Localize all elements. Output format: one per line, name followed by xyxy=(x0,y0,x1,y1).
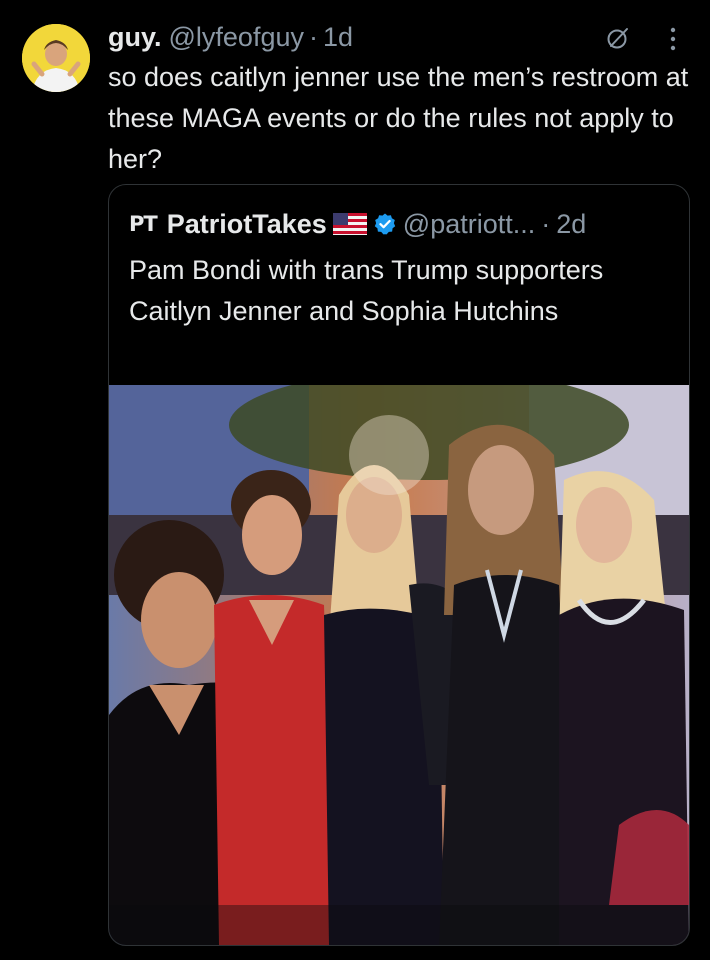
patriottakes-logo: PT xyxy=(129,212,158,236)
more-icon[interactable] xyxy=(665,26,681,52)
quoted-tweet-text: Pam Bondi with trans Trump supporters Ca… xyxy=(129,255,604,326)
user-handle[interactable]: @lyfeofguy xyxy=(169,22,304,53)
display-name[interactable]: guy. xyxy=(108,22,162,53)
separator-dot: · xyxy=(541,208,551,239)
quoted-tweet[interactable]: PT PatriotTakes @patriott... · 2d Pam Bo… xyxy=(108,184,690,946)
quoted-tweet-header: PT PatriotTakes @patriott... · 2d xyxy=(129,207,586,241)
verified-icon xyxy=(374,213,395,235)
quoted-timestamp[interactable]: 2d xyxy=(556,209,586,240)
tweet: guy. @lyfeofguy · 1d so does caitlyn jen… xyxy=(0,0,710,960)
tweet-text: so does caitlyn jenner use the men’s res… xyxy=(108,62,689,174)
grok-icon[interactable] xyxy=(606,26,630,50)
quoted-user-handle[interactable]: @patriott... xyxy=(403,209,535,240)
quoted-tweet-photo[interactable] xyxy=(109,385,689,945)
quoted-display-name[interactable]: PatriotTakes xyxy=(167,209,327,240)
timestamp[interactable]: 1d xyxy=(323,22,353,53)
avatar[interactable] xyxy=(22,24,90,92)
separator-dot: · xyxy=(308,21,318,52)
tweet-header: guy. @lyfeofguy · 1d xyxy=(108,20,353,54)
us-flag-icon xyxy=(332,213,367,235)
